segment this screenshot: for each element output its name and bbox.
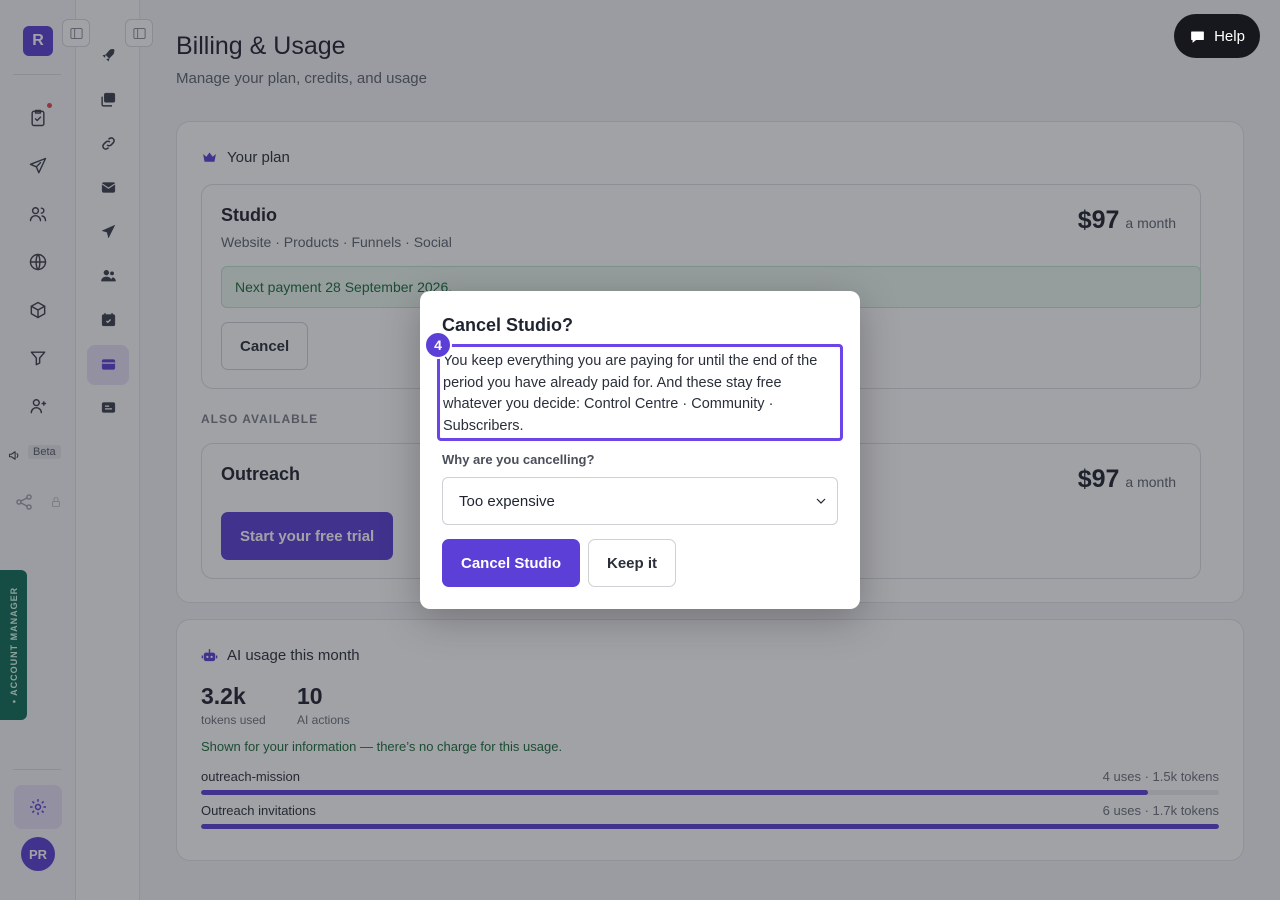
help-label: Help [1214,27,1245,45]
cancel-plan-dialog: Cancel Studio? You keep everything you a… [420,291,860,609]
reason-label: Why are you cancelling? [442,452,595,467]
reason-selected-value: Too expensive [459,492,555,510]
help-button[interactable]: Help [1174,14,1260,58]
chat-bubble-icon [1191,31,1204,43]
tour-step-badge: 4 [424,331,452,359]
dialog-title: Cancel Studio? [442,315,574,335]
confirm-cancel-button[interactable]: Cancel Studio [442,539,581,587]
reason-select[interactable]: Too expensive [442,477,838,525]
keep-plan-button[interactable]: Keep it [588,539,677,587]
chevron-down-icon [816,498,826,504]
dialog-body-highlighted: You keep everything you are paying for u… [437,344,843,441]
